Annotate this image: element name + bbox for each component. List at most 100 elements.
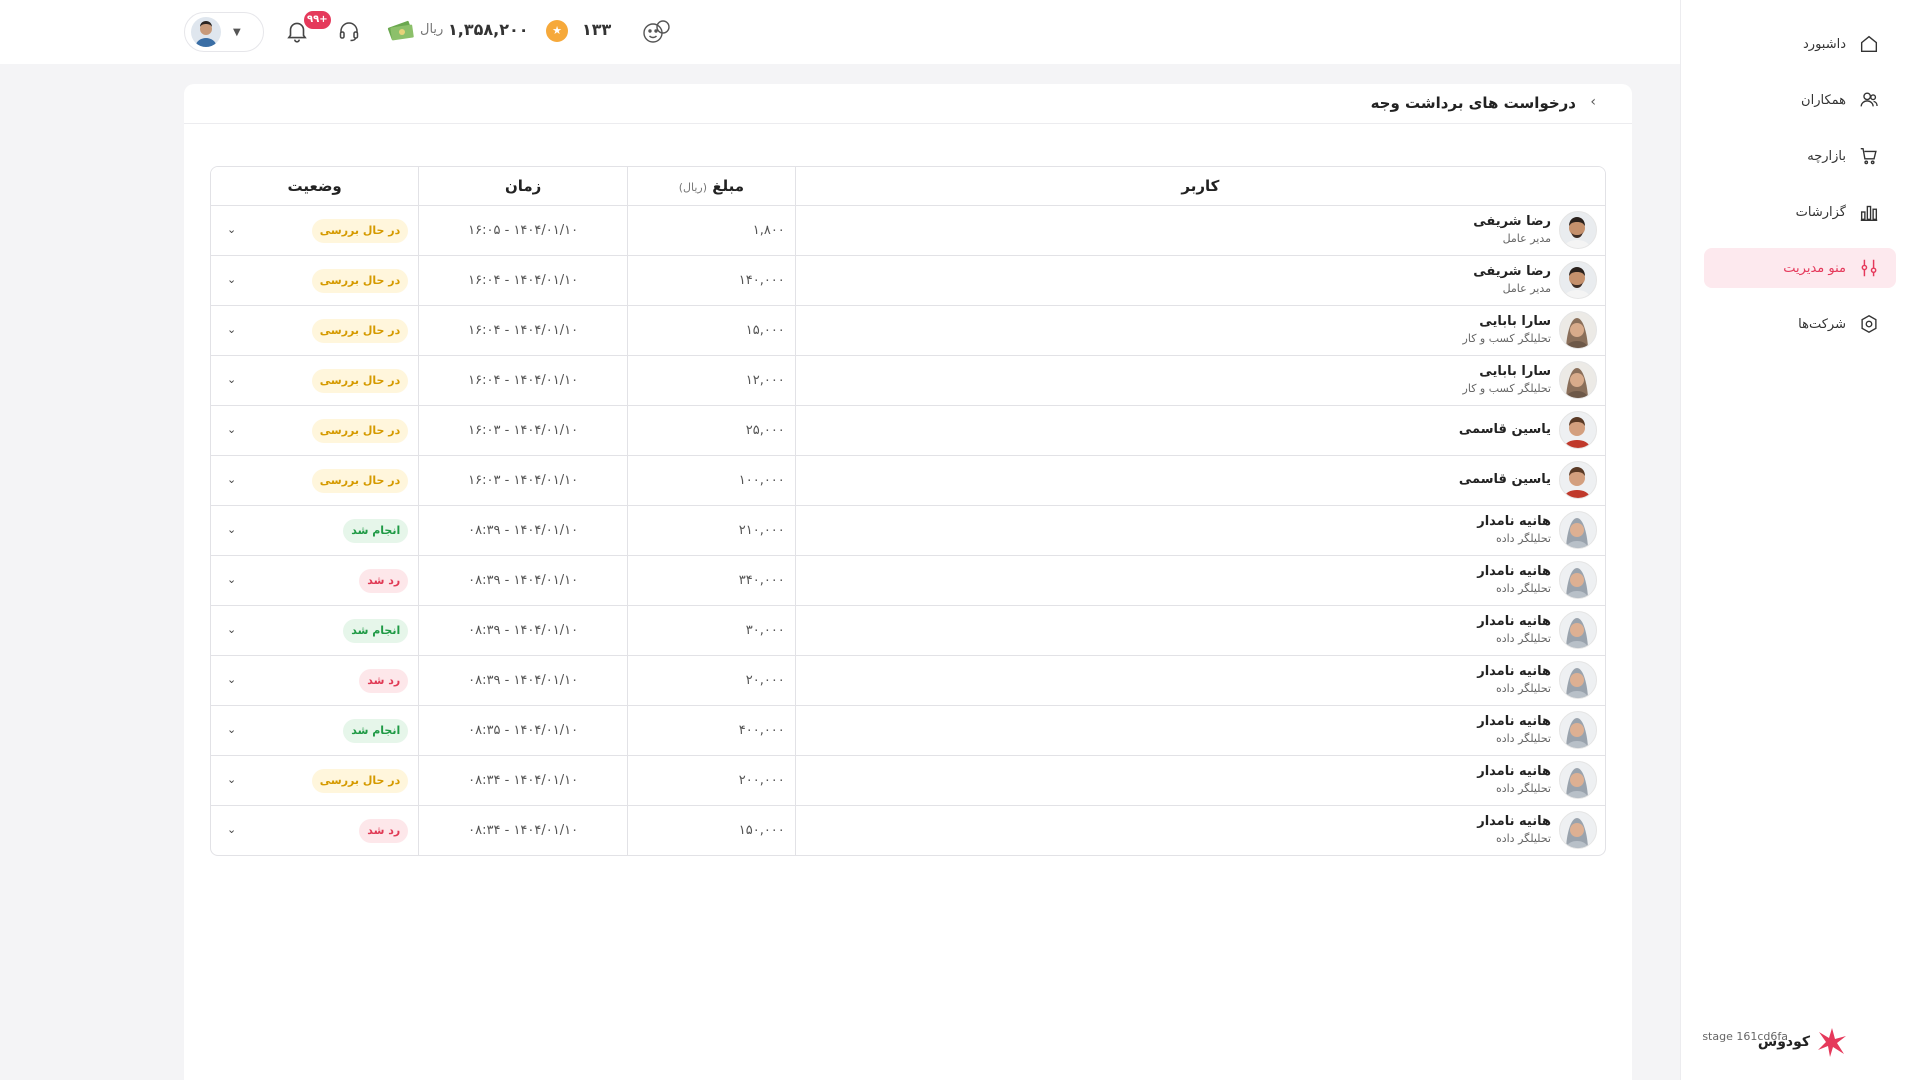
cell-time: ۱۴۰۴/۰۱/۱۰ - ۱۶:۰۴ [418, 255, 628, 306]
balance-value: ۱,۳۵۸,۲۰۰ [448, 20, 529, 39]
cell-status: در حال بررسی ⌄ [211, 205, 419, 256]
chevron-down-icon[interactable]: ⌄ [227, 223, 236, 236]
status-badge: رد شد [359, 818, 409, 843]
user-role: تحلیلگر کسب و کار [1462, 382, 1551, 395]
sidebar-item-dashboard[interactable]: داشبورد [1704, 24, 1896, 64]
sidebar-item-admin-menu[interactable]: منو مدیریت [1704, 248, 1896, 288]
column-header-status: وضعیت [211, 167, 419, 206]
table-row[interactable]: یاسین قاسمی ۲۵,۰۰۰ ۱۴۰۴/۰۱/۱۰ - ۱۶:۰۳ در… [211, 405, 1605, 456]
cell-status: انجام شد ⌄ [211, 705, 419, 756]
table-row[interactable]: یاسین قاسمی ۱۰۰,۰۰۰ ۱۴۰۴/۰۱/۱۰ - ۱۶:۰۳ د… [211, 455, 1605, 506]
cell-amount: ۲۰۰,۰۰۰ [626, 755, 796, 806]
user-menu[interactable]: ▼ [184, 12, 264, 52]
sidebar-item-reports[interactable]: گزارشات [1704, 192, 1896, 232]
user-name: یاسین قاسمی [1458, 472, 1551, 487]
cell-time: ۱۴۰۴/۰۱/۱۰ - ۱۶:۰۳ [418, 455, 628, 506]
cell-user: هانیه نامدار تحلیلگر داده [794, 555, 1605, 606]
headset-icon[interactable] [337, 19, 361, 43]
table-row[interactable]: هانیه نامدار تحلیلگر داده ۲۰۰,۰۰۰ ۱۴۰۴/۰… [211, 755, 1605, 806]
avatar [1559, 561, 1597, 599]
table-row[interactable]: هانیه نامدار تحلیلگر داده ۲۰,۰۰۰ ۱۴۰۴/۰۱… [211, 655, 1605, 706]
sidebar-item-label: منو مدیریت [1783, 260, 1846, 276]
status-badge: در حال بررسی [311, 268, 409, 293]
user-text: هانیه نامدار تحلیلگر داده [1477, 713, 1551, 747]
chevron-down-icon: ▼ [233, 26, 241, 38]
user-info: هانیه نامدار تحلیلگر داده [796, 661, 1605, 699]
table-row[interactable]: هانیه نامدار تحلیلگر داده ۱۵۰,۰۰۰ ۱۴۰۴/۰… [211, 805, 1605, 855]
cart-icon [1860, 147, 1877, 165]
user-name: هانیه نامدار [1477, 514, 1551, 529]
chevron-down-icon[interactable]: ⌄ [227, 623, 236, 636]
chevron-down-icon[interactable]: ⌄ [227, 723, 236, 736]
user-info: هانیه نامدار تحلیلگر داده [796, 811, 1605, 850]
cell-time: ۱۴۰۴/۰۱/۱۰ - ۱۶:۰۳ [418, 405, 628, 456]
chevron-down-icon[interactable]: ⌄ [227, 523, 236, 536]
cell-user: سارا بابایی تحلیلگر کسب و کار [794, 355, 1605, 406]
user-name: رضا شریفی [1473, 264, 1551, 279]
chevron-down-icon[interactable]: ⌄ [227, 373, 236, 386]
user-name: رضا شریفی [1473, 214, 1551, 229]
chevron-down-icon[interactable]: ⌄ [227, 673, 236, 686]
cell-amount: ۱۵۰,۰۰۰ [626, 805, 796, 855]
cell-user: رضا شریفی مدیر عامل [794, 255, 1605, 306]
avatar [1559, 261, 1597, 299]
user-info: هانیه نامدار تحلیلگر داده [796, 761, 1605, 799]
balance-unit: ریال [420, 22, 444, 37]
user-text: یاسین قاسمی [1459, 471, 1551, 489]
avatar [1559, 611, 1597, 649]
table-row[interactable]: سارا بابایی تحلیلگر کسب و کار ۱۵,۰۰۰ ۱۴۰… [211, 305, 1605, 356]
user-name: هانیه نامدار [1477, 764, 1551, 779]
cell-time: ۱۴۰۴/۰۱/۱۰ - ۰۸:۳۹ [418, 605, 628, 656]
chevron-down-icon[interactable]: ⌄ [227, 273, 236, 286]
chevron-down-icon[interactable]: ⌄ [227, 423, 236, 436]
cell-status: در حال بررسی ⌄ [211, 255, 419, 306]
brand-logo[interactable]: کودوس stage 161cd6fa [1702, 1026, 1848, 1058]
bar-chart-icon [1860, 205, 1878, 221]
avatar [1559, 211, 1597, 249]
cell-time: ۱۴۰۴/۰۱/۱۰ - ۰۸:۳۹ [418, 555, 628, 606]
user-text: هانیه نامدار تحلیلگر داده [1477, 563, 1551, 597]
cell-amount: ۱۰۰,۰۰۰ [626, 455, 796, 506]
cell-time: ۱۴۰۴/۰۱/۱۰ - ۰۸:۳۹ [418, 505, 628, 556]
user-role: مدیر عامل [1502, 282, 1551, 295]
chevron-down-icon[interactable]: ⌄ [227, 823, 236, 836]
avatar [1559, 811, 1597, 850]
table-row[interactable]: هانیه نامدار تحلیلگر داده ۳۰,۰۰۰ ۱۴۰۴/۰۱… [211, 605, 1605, 656]
cell-amount: ۳۴۰,۰۰۰ [626, 555, 796, 606]
user-text: هانیه نامدار تحلیلگر داده [1477, 663, 1551, 697]
user-role: تحلیلگر داده [1495, 732, 1551, 745]
chevron-down-icon[interactable]: ⌄ [227, 773, 236, 786]
table-row[interactable]: رضا شریفی مدیر عامل ۱,۸۰۰ ۱۴۰۴/۰۱/۱۰ - ۱… [211, 205, 1605, 256]
cell-time: ۱۴۰۴/۰۱/۱۰ - ۱۶:۰۴ [418, 355, 628, 406]
user-text: رضا شریفی مدیر عامل [1473, 213, 1551, 247]
status-badge: انجام شد [343, 618, 409, 643]
user-info: هانیه نامدار تحلیلگر داده [796, 711, 1605, 749]
user-name: هانیه نامدار [1477, 564, 1551, 579]
status-badge: رد شد [359, 668, 409, 693]
sidebar-item-companies[interactable]: شرکت‌ها [1704, 304, 1896, 344]
sidebar-item-marketplace[interactable]: بازارچه [1704, 136, 1896, 176]
chevron-left-icon[interactable]: ‹ [1590, 94, 1596, 110]
notification-badge: +۹۹ [304, 11, 331, 29]
status-badge: انجام شد [343, 718, 409, 743]
user-info: رضا شریفی مدیر عامل [796, 211, 1605, 249]
sidebar-item-label: داشبورد [1803, 36, 1846, 52]
chevron-down-icon[interactable]: ⌄ [227, 473, 236, 486]
emoji-face-icon[interactable] [640, 18, 672, 46]
sidebar-item-colleagues[interactable]: همکاران [1704, 80, 1896, 120]
user-text: سارا بابایی تحلیلگر کسب و کار [1463, 313, 1551, 347]
cell-user: هانیه نامدار تحلیلگر داده [794, 655, 1605, 706]
chevron-down-icon[interactable]: ⌄ [227, 323, 236, 336]
table-row[interactable]: هانیه نامدار تحلیلگر داده ۲۱۰,۰۰۰ ۱۴۰۴/۰… [211, 505, 1605, 556]
chevron-down-icon[interactable]: ⌄ [227, 573, 236, 586]
table-row[interactable]: هانیه نامدار تحلیلگر داده ۴۰۰,۰۰۰ ۱۴۰۴/۰… [211, 705, 1605, 756]
table-row[interactable]: هانیه نامدار تحلیلگر داده ۳۴۰,۰۰۰ ۱۴۰۴/۰… [211, 555, 1605, 606]
status-badge: در حال بررسی [311, 368, 409, 393]
sidebar-item-label: بازارچه [1807, 148, 1846, 164]
table-header-row: کاربر مبلغ (ریال) زمان وضعیت [211, 167, 1605, 206]
table-row[interactable]: سارا بابایی تحلیلگر کسب و کار ۱۲,۰۰۰ ۱۴۰… [211, 355, 1605, 406]
cell-user: سارا بابایی تحلیلگر کسب و کار [794, 305, 1605, 356]
status-badge: در حال بررسی [311, 218, 409, 243]
table-row[interactable]: رضا شریفی مدیر عامل ۱۴۰,۰۰۰ ۱۴۰۴/۰۱/۱۰ -… [211, 255, 1605, 306]
table-body: رضا شریفی مدیر عامل ۱,۸۰۰ ۱۴۰۴/۰۱/۱۰ - ۱… [211, 205, 1605, 855]
